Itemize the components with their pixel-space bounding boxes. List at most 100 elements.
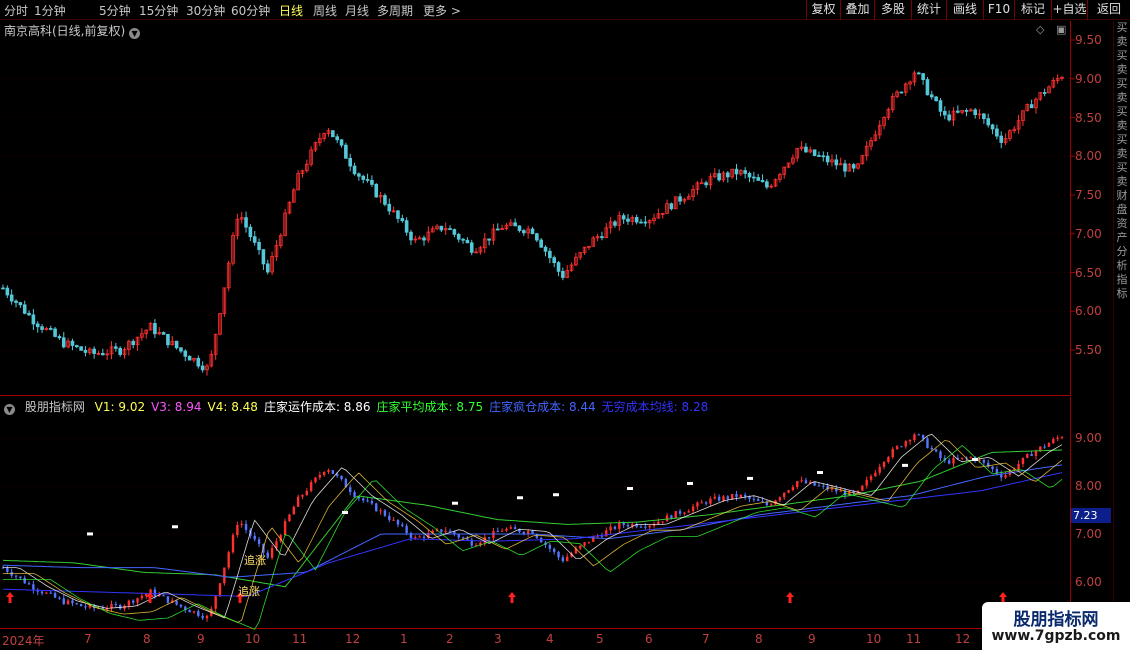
indicator-candle-body: [62, 598, 65, 605]
indicator-candle-body: [752, 498, 756, 500]
candle-body: [57, 336, 62, 339]
candle-body: [943, 110, 947, 116]
indicator-line-0: [2, 449, 1063, 588]
indicator-candle-body: [1017, 463, 1020, 470]
candle-body: [114, 346, 118, 349]
indicator-candle-body: [969, 457, 973, 459]
candle-body: [817, 155, 821, 157]
indicator-candle-body: [869, 476, 873, 480]
indicator-candle-body: [71, 600, 74, 604]
indicator-candle-body: [340, 475, 343, 480]
candle-body: [669, 203, 674, 210]
indicator-candle-body: [301, 494, 304, 497]
candle-body: [261, 249, 266, 265]
indicator-candle-body: [136, 598, 139, 603]
indicator-candle-body: [440, 529, 443, 532]
indicator-candle-body: [561, 557, 565, 562]
indicator-candle-body: [878, 466, 881, 473]
indicator-candle-body: [422, 536, 426, 538]
candle-body: [61, 337, 66, 348]
indicator-candle-body: [1030, 453, 1033, 456]
candle-body: [552, 257, 557, 263]
indicator-candle-body: [444, 530, 447, 532]
candle-body: [187, 355, 192, 361]
indicator-candle-body: [283, 521, 287, 536]
indicator-candle-body: [388, 515, 391, 520]
indicator-candle-body: [743, 494, 747, 497]
indicator-candle-body: [353, 492, 356, 497]
candle-body: [196, 357, 201, 367]
indicator-candle-body: [114, 604, 118, 606]
candle-body: [934, 96, 938, 102]
indicator-candle-body: [49, 592, 52, 594]
candle-body: [461, 238, 465, 241]
candle-body: [383, 195, 387, 205]
candle-body: [487, 238, 491, 241]
candle-body: [161, 332, 166, 335]
candle-body: [999, 135, 1004, 143]
candle-body: [400, 218, 405, 222]
indicator-candle-body: [1047, 443, 1051, 447]
indicator-candle-body: [700, 502, 703, 504]
candle-body: [973, 109, 977, 116]
candle-body: [756, 177, 760, 181]
candle-body: [118, 347, 122, 355]
watermark-title: 股朋指标网: [1013, 610, 1099, 630]
candle-body: [495, 228, 500, 231]
candle-body: [179, 347, 183, 352]
candle-body: [27, 312, 31, 316]
cost-marker: [553, 493, 559, 497]
indicator-candle-body: [882, 461, 886, 467]
candle-body: [626, 218, 630, 222]
candle-body: [452, 229, 457, 235]
watermark: 股朋指标网 www.7gpzb.com: [982, 602, 1130, 650]
indicator-candle-body: [696, 502, 699, 507]
indicator-candle-body: [366, 500, 369, 502]
candle-body: [22, 304, 27, 314]
indicator-candle-body: [952, 458, 955, 464]
indicator-candle-body: [513, 527, 517, 530]
indicator-candle-body: [1004, 474, 1007, 478]
indicator-candle-body: [553, 548, 556, 552]
indicator-candle-body: [305, 490, 309, 495]
candle-body: [600, 236, 604, 239]
indicator-candle-body: [79, 603, 83, 607]
indicator-candle-body: [145, 593, 148, 596]
candle-body: [153, 323, 157, 335]
indicator-candle-body: [236, 525, 239, 536]
indicator-candle-body: [891, 448, 894, 458]
indicator-candle-body: [579, 545, 582, 549]
candle-body: [995, 128, 999, 137]
indicator-candle-body: [53, 592, 57, 598]
buy-arrow-icon: [786, 592, 794, 603]
chase-note-1: 追涨: [244, 554, 266, 567]
candle-body: [804, 146, 808, 153]
ma-line-0: [3, 433, 1063, 619]
indicator-candle-body: [921, 434, 925, 439]
indicator-candle-body: [240, 524, 243, 526]
candle-body: [964, 110, 969, 112]
candle-body: [48, 328, 53, 330]
candle-body: [643, 221, 648, 224]
candle-body: [530, 228, 535, 235]
indicator-candle-body: [505, 528, 508, 531]
indicator-candle-body: [10, 571, 13, 576]
indicator-candle-body: [939, 451, 942, 459]
cost-marker: [902, 463, 908, 467]
candle-body: [370, 179, 374, 185]
indicator-candle-body: [414, 537, 417, 539]
cost-marker: [627, 487, 633, 491]
candle-body: [252, 236, 257, 243]
indicator-candle-body: [223, 567, 226, 584]
buy-arrow-icon: [508, 592, 516, 603]
indicator-candle-body: [587, 541, 591, 543]
cost-marker: [87, 532, 93, 536]
indicator-candle-body: [509, 527, 512, 529]
candle-body: [938, 100, 943, 112]
indicator-candle-body: [75, 603, 78, 605]
indicator-candle-body: [175, 600, 178, 605]
candle-body: [543, 246, 548, 252]
indicator-candle-body: [982, 459, 986, 463]
indicator-candle-body: [231, 535, 235, 553]
indicator-candle-body: [761, 500, 764, 502]
